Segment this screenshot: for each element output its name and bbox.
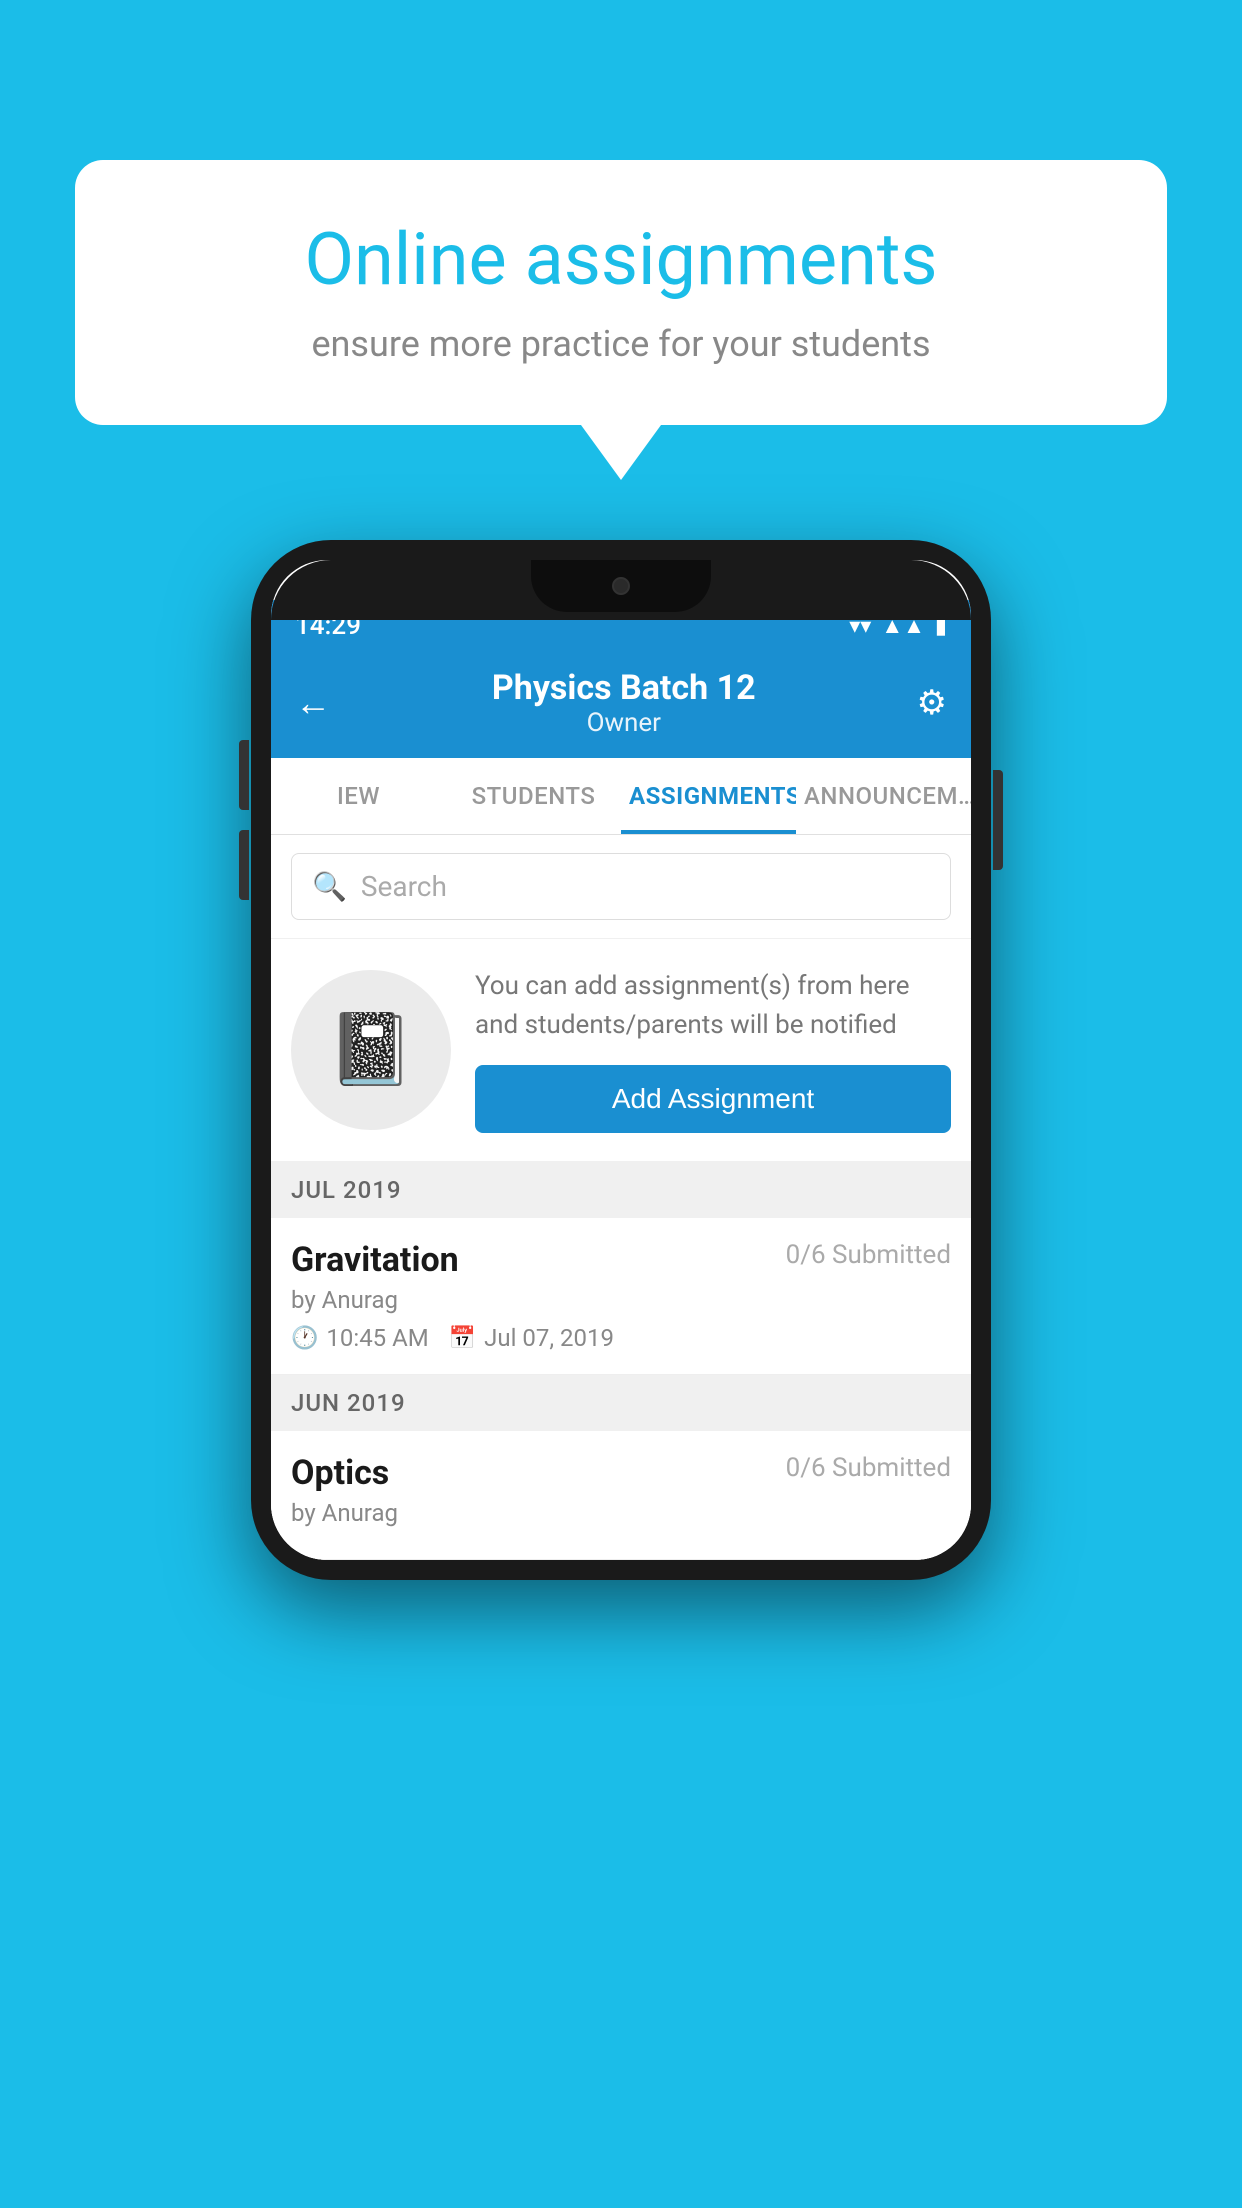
phone-device: 14:29 ▾▾ ▲▲ ▮ ← Physics Batch 12 Owner ⚙… xyxy=(251,540,991,1580)
empty-state: 📓 You can add assignment(s) from here an… xyxy=(271,938,971,1162)
speech-bubble-area: Online assignments ensure more practice … xyxy=(75,160,1167,480)
tabs-row: IEW STUDENTS ASSIGNMENTS ANNOUNCEM… xyxy=(271,758,971,835)
empty-text-area: You can add assignment(s) from here and … xyxy=(475,967,951,1133)
assignment-submitted-gravitation: 0/6 Submitted xyxy=(786,1240,951,1270)
phone-notch-bar xyxy=(271,560,971,620)
app-header: ← Physics Batch 12 Owner ⚙ xyxy=(271,652,971,758)
phone-screen: 14:29 ▾▾ ▲▲ ▮ ← Physics Batch 12 Owner ⚙… xyxy=(271,560,971,1560)
assignment-item-gravitation[interactable]: Gravitation 0/6 Submitted by Anurag 🕐 10… xyxy=(271,1218,971,1375)
section-label-jun: JUN 2019 xyxy=(291,1389,406,1417)
section-jun-2019: JUN 2019 xyxy=(271,1375,971,1431)
assignment-time: 10:45 AM xyxy=(326,1324,428,1352)
assignment-top-row-optics: Optics 0/6 Submitted xyxy=(291,1453,951,1493)
tab-announcements[interactable]: ANNOUNCEM… xyxy=(796,758,971,834)
assignment-name-gravitation: Gravitation xyxy=(291,1240,459,1280)
assignment-submitted-optics: 0/6 Submitted xyxy=(786,1453,951,1483)
tab-students[interactable]: STUDENTS xyxy=(446,758,621,834)
time-item: 🕐 10:45 AM xyxy=(291,1324,429,1352)
search-icon: 🔍 xyxy=(312,870,347,903)
speech-bubble-title: Online assignments xyxy=(145,220,1097,299)
assignment-author-optics: by Anurag xyxy=(291,1499,951,1527)
batch-subtitle: Owner xyxy=(331,708,917,738)
speech-bubble: Online assignments ensure more practice … xyxy=(75,160,1167,425)
phone-content: 🔍 Search 📓 You can add assignment(s) fro… xyxy=(271,835,971,1560)
assignment-date: Jul 07, 2019 xyxy=(484,1324,614,1352)
volume-btn-down xyxy=(239,830,249,900)
assignment-name-optics: Optics xyxy=(291,1453,389,1493)
tab-iew[interactable]: IEW xyxy=(271,758,446,834)
volume-btn-up xyxy=(239,740,249,810)
assignment-top-row: Gravitation 0/6 Submitted xyxy=(291,1240,951,1280)
speech-bubble-tail xyxy=(581,425,661,480)
search-placeholder: Search xyxy=(361,870,447,903)
empty-state-icon-circle: 📓 xyxy=(291,970,451,1130)
clock-icon: 🕐 xyxy=(291,1326,318,1351)
phone-notch xyxy=(531,560,711,612)
calendar-icon: 📅 xyxy=(449,1326,476,1351)
front-camera xyxy=(612,577,630,595)
section-jul-2019: JUL 2019 xyxy=(271,1162,971,1218)
section-label-jul: JUL 2019 xyxy=(291,1176,402,1204)
batch-title: Physics Batch 12 xyxy=(331,668,917,708)
assignment-author-gravitation: by Anurag xyxy=(291,1286,951,1314)
search-bar: 🔍 Search xyxy=(271,835,971,938)
search-input-wrap[interactable]: 🔍 Search xyxy=(291,853,951,920)
date-item: 📅 Jul 07, 2019 xyxy=(449,1324,614,1352)
add-assignment-button[interactable]: Add Assignment xyxy=(475,1065,951,1133)
assignment-item-optics[interactable]: Optics 0/6 Submitted by Anurag xyxy=(271,1431,971,1560)
phone-outer: 14:29 ▾▾ ▲▲ ▮ ← Physics Batch 12 Owner ⚙… xyxy=(251,540,991,1580)
header-center: Physics Batch 12 Owner xyxy=(331,668,917,738)
back-button[interactable]: ← xyxy=(295,682,331,724)
empty-description: You can add assignment(s) from here and … xyxy=(475,967,951,1045)
power-btn xyxy=(993,770,1003,870)
notebook-icon: 📓 xyxy=(327,1009,414,1091)
tab-assignments[interactable]: ASSIGNMENTS xyxy=(621,758,796,834)
speech-bubble-subtitle: ensure more practice for your students xyxy=(145,323,1097,365)
settings-icon[interactable]: ⚙ xyxy=(917,683,947,723)
assignment-time-row: 🕐 10:45 AM 📅 Jul 07, 2019 xyxy=(291,1324,951,1352)
